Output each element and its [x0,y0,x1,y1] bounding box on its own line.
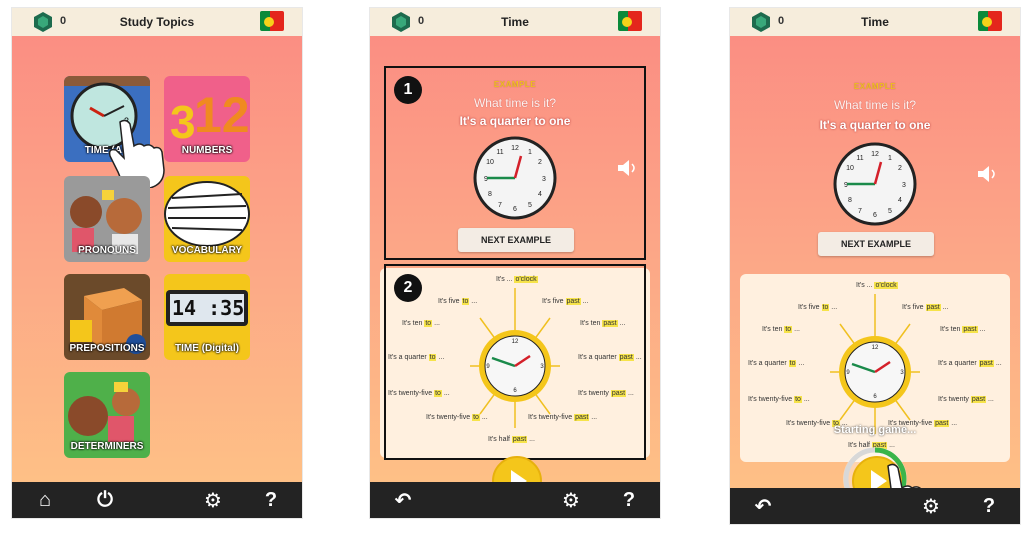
guide-label-ten-past: It's ten past ... [940,326,986,333]
tile-vocabulary[interactable]: VOCABULARY [164,176,250,262]
svg-text:6: 6 [873,212,877,219]
next-example-button[interactable]: NEXT EXAMPLE [818,232,934,256]
guide-label-twentyfive-to: It's twenty-five to ... [748,396,810,403]
tile-numbers[interactable]: 3 12 NUMBERS [164,76,250,162]
screen-time-starting: 0 Time EXAMPLE What time is it? It's a q… [730,8,1020,524]
bottom-bar: ↶ ⚙ ? [370,482,660,518]
gear-icon[interactable]: ⚙ [916,488,946,524]
tile-label: VOCABULARY [171,245,243,256]
annotation-badge-2: 2 [394,274,422,302]
screen-study-topics: 0 Study Topics 3 TIME (AN 3 12 NUMBERS [12,8,302,518]
svg-text:4: 4 [898,197,902,204]
home-icon[interactable]: ⌂ [30,482,60,518]
portugal-flag-icon[interactable] [618,11,642,31]
back-icon[interactable]: ↶ [748,488,778,524]
question-text: What time is it? [833,98,917,112]
tile-pronouns[interactable]: PRONOUNS [64,176,150,262]
annotation-frame-1 [384,66,646,260]
portugal-flag-icon[interactable] [978,11,1002,31]
svg-text:8: 8 [848,197,852,204]
portugal-flag-icon[interactable] [260,11,284,31]
page-title: Study Topics [119,15,195,29]
guide-label-ten-to: It's ten to ... [762,326,800,333]
svg-text:12: 12 [871,151,879,158]
top-bar: 0 Time [370,8,660,36]
page-title: Time [861,15,889,29]
top-bar: 0 Study Topics [12,8,302,36]
bottom-bar: ⌂ ⏻ ⚙ ? [12,482,302,518]
help-icon[interactable]: ? [256,482,286,518]
guide-label-five-to: It's five to ... [798,304,838,311]
svg-text:1: 1 [888,155,892,162]
tile-label: PREPOSITIONS [69,343,145,354]
tile-time-digital[interactable]: 14 :35 TIME (Digital) [164,274,250,360]
svg-text:2: 2 [898,165,902,172]
guide-clock: 12369 [830,294,920,434]
gear-icon[interactable]: ⚙ [556,482,586,518]
annotation-badge-1: 1 [394,76,422,104]
page-title: Time [501,15,529,29]
starting-game-text: Starting game... [833,424,917,436]
tile-label: TIME (Digital) [175,343,239,354]
guide-label-twenty-past: It's twenty past ... [938,396,994,403]
svg-text:11: 11 [856,155,863,162]
power-icon[interactable]: ⏻ [90,482,120,518]
svg-text:10: 10 [846,165,854,172]
guide-label-oclock: It's ... o'clock [856,282,898,289]
guide-label-five-past: It's five past ... [902,304,949,311]
gear-icon[interactable]: ⚙ [198,482,228,518]
svg-text:5: 5 [888,208,892,215]
svg-text:3: 3 [902,182,906,189]
example-clock: 1212 345 678 91011 [833,142,917,226]
guide-label-quarter-to: It's a quarter to ... [748,360,805,367]
speaker-icon[interactable] [978,166,1000,182]
svg-text:12: 12 [872,345,879,351]
top-bar: 0 Time [730,8,1020,36]
tile-label: DETERMINERS [70,441,144,452]
tile-prepositions[interactable]: PREPOSITIONS [64,274,150,360]
back-icon[interactable]: ↶ [388,482,418,518]
svg-text:7: 7 [858,208,862,215]
bottom-bar: ↶ ⚙ ? [730,488,1020,524]
help-icon[interactable]: ? [614,482,644,518]
screen-time: 0 Time EXAMPLE What time is it? It's a q… [370,8,660,518]
help-icon[interactable]: ? [974,488,1004,524]
annotation-frame-2 [384,264,646,460]
example-label: EXAMPLE [853,82,897,91]
answer-text: It's a quarter to one [819,118,931,132]
svg-text:3: 3 [170,96,196,148]
tile-label: PRONOUNS [78,245,136,256]
tile-determiners[interactable]: DETERMINERS [64,372,150,458]
digital-time-text: 14 :35 [172,296,245,320]
tile-label: NUMBERS [181,145,233,156]
guide-label-quarter-past: It's a quarter past ... [938,360,1002,367]
svg-text:12: 12 [194,87,250,143]
